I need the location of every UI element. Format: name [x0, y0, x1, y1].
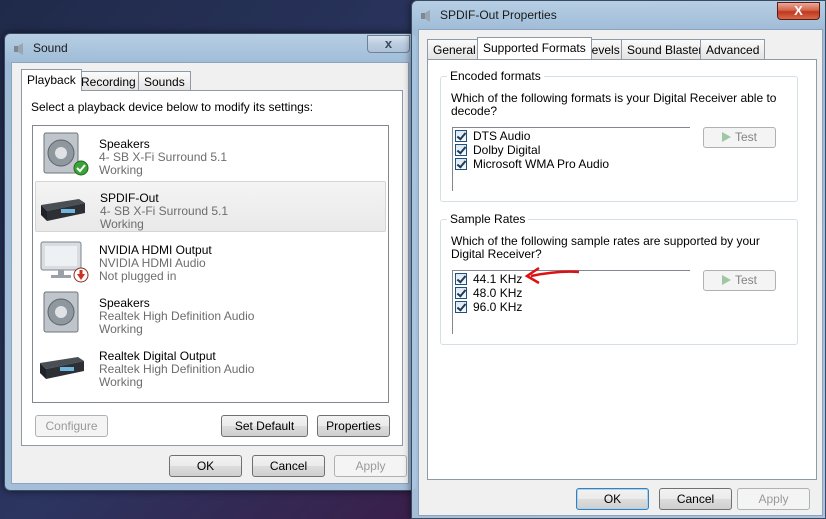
rate-item[interactable]: 44.1 KHz	[455, 272, 522, 286]
format-item[interactable]: Dolby Digital	[455, 143, 540, 157]
checkbox-checked[interactable]	[455, 144, 467, 156]
device-item[interactable]: Speakers Realtek High Definition Audio W…	[35, 287, 386, 338]
device-item[interactable]: Speakers 4- SB X-Fi Surround 5.1 Working	[35, 128, 386, 179]
spdif-body: General Supported Formats Levels Sound B…	[418, 29, 823, 516]
unplugged-badge-icon	[73, 267, 89, 283]
rate-item[interactable]: 48.0 KHz	[455, 286, 522, 300]
tab-sounds[interactable]: Sounds	[138, 71, 191, 91]
device-name: Speakers	[99, 296, 150, 310]
sound-title: Sound	[33, 41, 68, 55]
rate-label: 48.0 KHz	[473, 286, 523, 300]
checkbox-checked[interactable]	[455, 287, 467, 299]
device-item[interactable]: Realtek Digital Output Realtek High Defi…	[35, 340, 386, 391]
rate-label: 44.1 KHz	[473, 272, 523, 286]
ok-button[interactable]: OK	[576, 488, 649, 510]
tab-supported-formats[interactable]: Supported Formats	[477, 37, 592, 59]
format-label: Dolby Digital	[473, 143, 541, 157]
spdif-titlebar[interactable]: SPDIF-Out Properties X	[412, 1, 825, 29]
check-badge-icon	[73, 160, 89, 176]
sound-titlebar[interactable]: Sound x	[5, 34, 416, 62]
tab-recording[interactable]: Recording	[75, 71, 142, 91]
sound-body: Playback Recording Sounds Select a playb…	[11, 62, 409, 484]
encoded-formats-list[interactable]: DTS Audio Dolby Digital Microsoft WMA Pr…	[452, 127, 690, 191]
playback-page: Select a playback device below to modify…	[21, 90, 403, 446]
device-name: Speakers	[99, 137, 150, 151]
tab-playback[interactable]: Playback	[21, 69, 82, 91]
device-list[interactable]: Speakers 4- SB X-Fi Surround 5.1 Working…	[32, 125, 389, 403]
set-default-button[interactable]: Set Default	[221, 415, 308, 437]
close-button[interactable]: X	[777, 2, 820, 20]
cancel-button[interactable]: Cancel	[659, 488, 732, 510]
checkbox-checked[interactable]	[455, 130, 467, 142]
device-item-selected[interactable]: SPDIF-Out 4- SB X-Fi Surround 5.1 Workin…	[35, 181, 386, 232]
play-icon	[721, 132, 731, 142]
checkbox-checked[interactable]	[455, 301, 467, 313]
ok-button[interactable]: OK	[169, 455, 242, 477]
tab-advanced[interactable]: Advanced	[700, 39, 766, 59]
encoded-formats-group: Encoded formats Which of the following f…	[440, 69, 798, 202]
format-label: Microsoft WMA Pro Audio	[473, 157, 610, 171]
speaker-icon	[43, 291, 79, 333]
spdif-properties-window: SPDIF-Out Properties X General Supported…	[411, 0, 826, 519]
device-driver: 4- SB X-Fi Surround 5.1	[99, 150, 228, 164]
red-arrow-annotation-icon	[524, 266, 580, 285]
apply-button[interactable]: Apply	[334, 455, 407, 477]
apply-button[interactable]: Apply	[737, 488, 810, 510]
tab-general[interactable]: General	[427, 39, 482, 59]
rate-label: 96.0 KHz	[473, 300, 523, 314]
encoded-formats-question: Which of the following formats is your D…	[451, 91, 777, 118]
device-driver: Realtek High Definition Audio	[99, 362, 255, 376]
format-item[interactable]: DTS Audio	[455, 129, 530, 143]
close-button[interactable]: x	[367, 35, 410, 53]
device-status: Working	[100, 217, 144, 231]
device-name: Realtek Digital Output	[99, 349, 216, 363]
device-name: NVIDIA HDMI Output	[99, 243, 212, 257]
sample-rates-title: Sample Rates	[447, 212, 529, 226]
test-label: Test	[734, 273, 757, 287]
rate-item[interactable]: 96.0 KHz	[455, 300, 522, 314]
speaker-icon	[14, 43, 23, 55]
format-item[interactable]: Microsoft WMA Pro Audio	[455, 157, 609, 171]
sound-window: Sound x Playback Recording Sounds Select…	[4, 33, 417, 491]
device-status: Working	[99, 163, 143, 177]
speaker-icon	[421, 10, 430, 22]
device-driver: Realtek High Definition Audio	[99, 309, 255, 323]
cancel-button[interactable]: Cancel	[252, 455, 325, 477]
configure-button[interactable]: Configure	[35, 415, 108, 437]
instruction-text: Select a playback device below to modify…	[31, 100, 314, 114]
play-icon	[721, 275, 731, 285]
test-formats-button[interactable]: Test	[703, 127, 776, 148]
digital-output-icon	[41, 199, 85, 221]
format-label: DTS Audio	[473, 129, 531, 143]
test-label: Test	[734, 130, 757, 144]
checkbox-checked[interactable]	[455, 158, 467, 170]
properties-button[interactable]: Properties	[317, 415, 390, 437]
test-rates-button[interactable]: Test	[703, 270, 776, 291]
tab-sound-blaster[interactable]: Sound Blaster	[621, 39, 709, 59]
device-driver: NVIDIA HDMI Audio	[99, 256, 206, 270]
spdif-title: SPDIF-Out Properties	[440, 8, 557, 22]
device-status: Working	[99, 375, 143, 389]
digital-output-icon	[40, 357, 84, 379]
supported-formats-page: Encoded formats Which of the following f…	[427, 59, 817, 480]
device-status: Not plugged in	[99, 269, 177, 283]
sample-rates-question: Which of the following sample rates are …	[451, 234, 760, 261]
device-driver: 4- SB X-Fi Surround 5.1	[100, 204, 229, 218]
device-status: Working	[99, 322, 143, 336]
encoded-formats-title: Encoded formats	[447, 69, 544, 83]
sample-rates-group: Sample Rates Which of the following samp…	[440, 212, 798, 345]
device-name: SPDIF-Out	[100, 191, 159, 205]
device-item[interactable]: NVIDIA HDMI Output NVIDIA HDMI Audio Not…	[35, 234, 386, 285]
checkbox-checked[interactable]	[455, 273, 467, 285]
